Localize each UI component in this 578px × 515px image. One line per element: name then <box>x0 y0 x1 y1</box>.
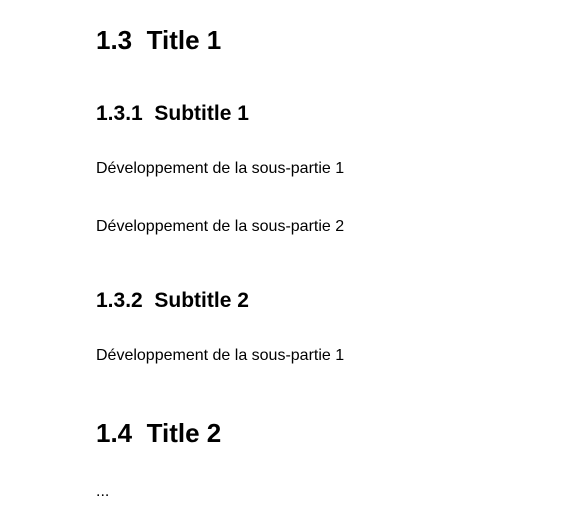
subsection-title: Subtitle 2 <box>154 289 249 312</box>
paragraph: Développement de la sous-partie 1 <box>96 347 345 364</box>
section-heading-1-4: 1.4 Title 2 <box>96 420 221 446</box>
section-number: 1.4 <box>96 418 133 448</box>
subsection-title: Subtitle 1 <box>154 102 249 125</box>
section-title: Title 2 <box>146 418 222 448</box>
section-heading-1-3: 1.3 Title 1 <box>96 27 221 53</box>
paragraph: Développement de la sous-partie 1 <box>96 160 345 177</box>
section-title: Title 1 <box>146 25 222 55</box>
subsection-heading-1-3-1: 1.3.1 Subtitle 1 <box>96 103 249 124</box>
paragraph-ellipsis: ... <box>96 483 110 500</box>
section-number: 1.3 <box>96 25 133 55</box>
paragraph: Développement de la sous-partie 2 <box>96 218 345 235</box>
subsection-number: 1.3.1 <box>96 102 143 125</box>
subsection-number: 1.3.2 <box>96 289 143 312</box>
subsection-heading-1-3-2: 1.3.2 Subtitle 2 <box>96 290 249 311</box>
